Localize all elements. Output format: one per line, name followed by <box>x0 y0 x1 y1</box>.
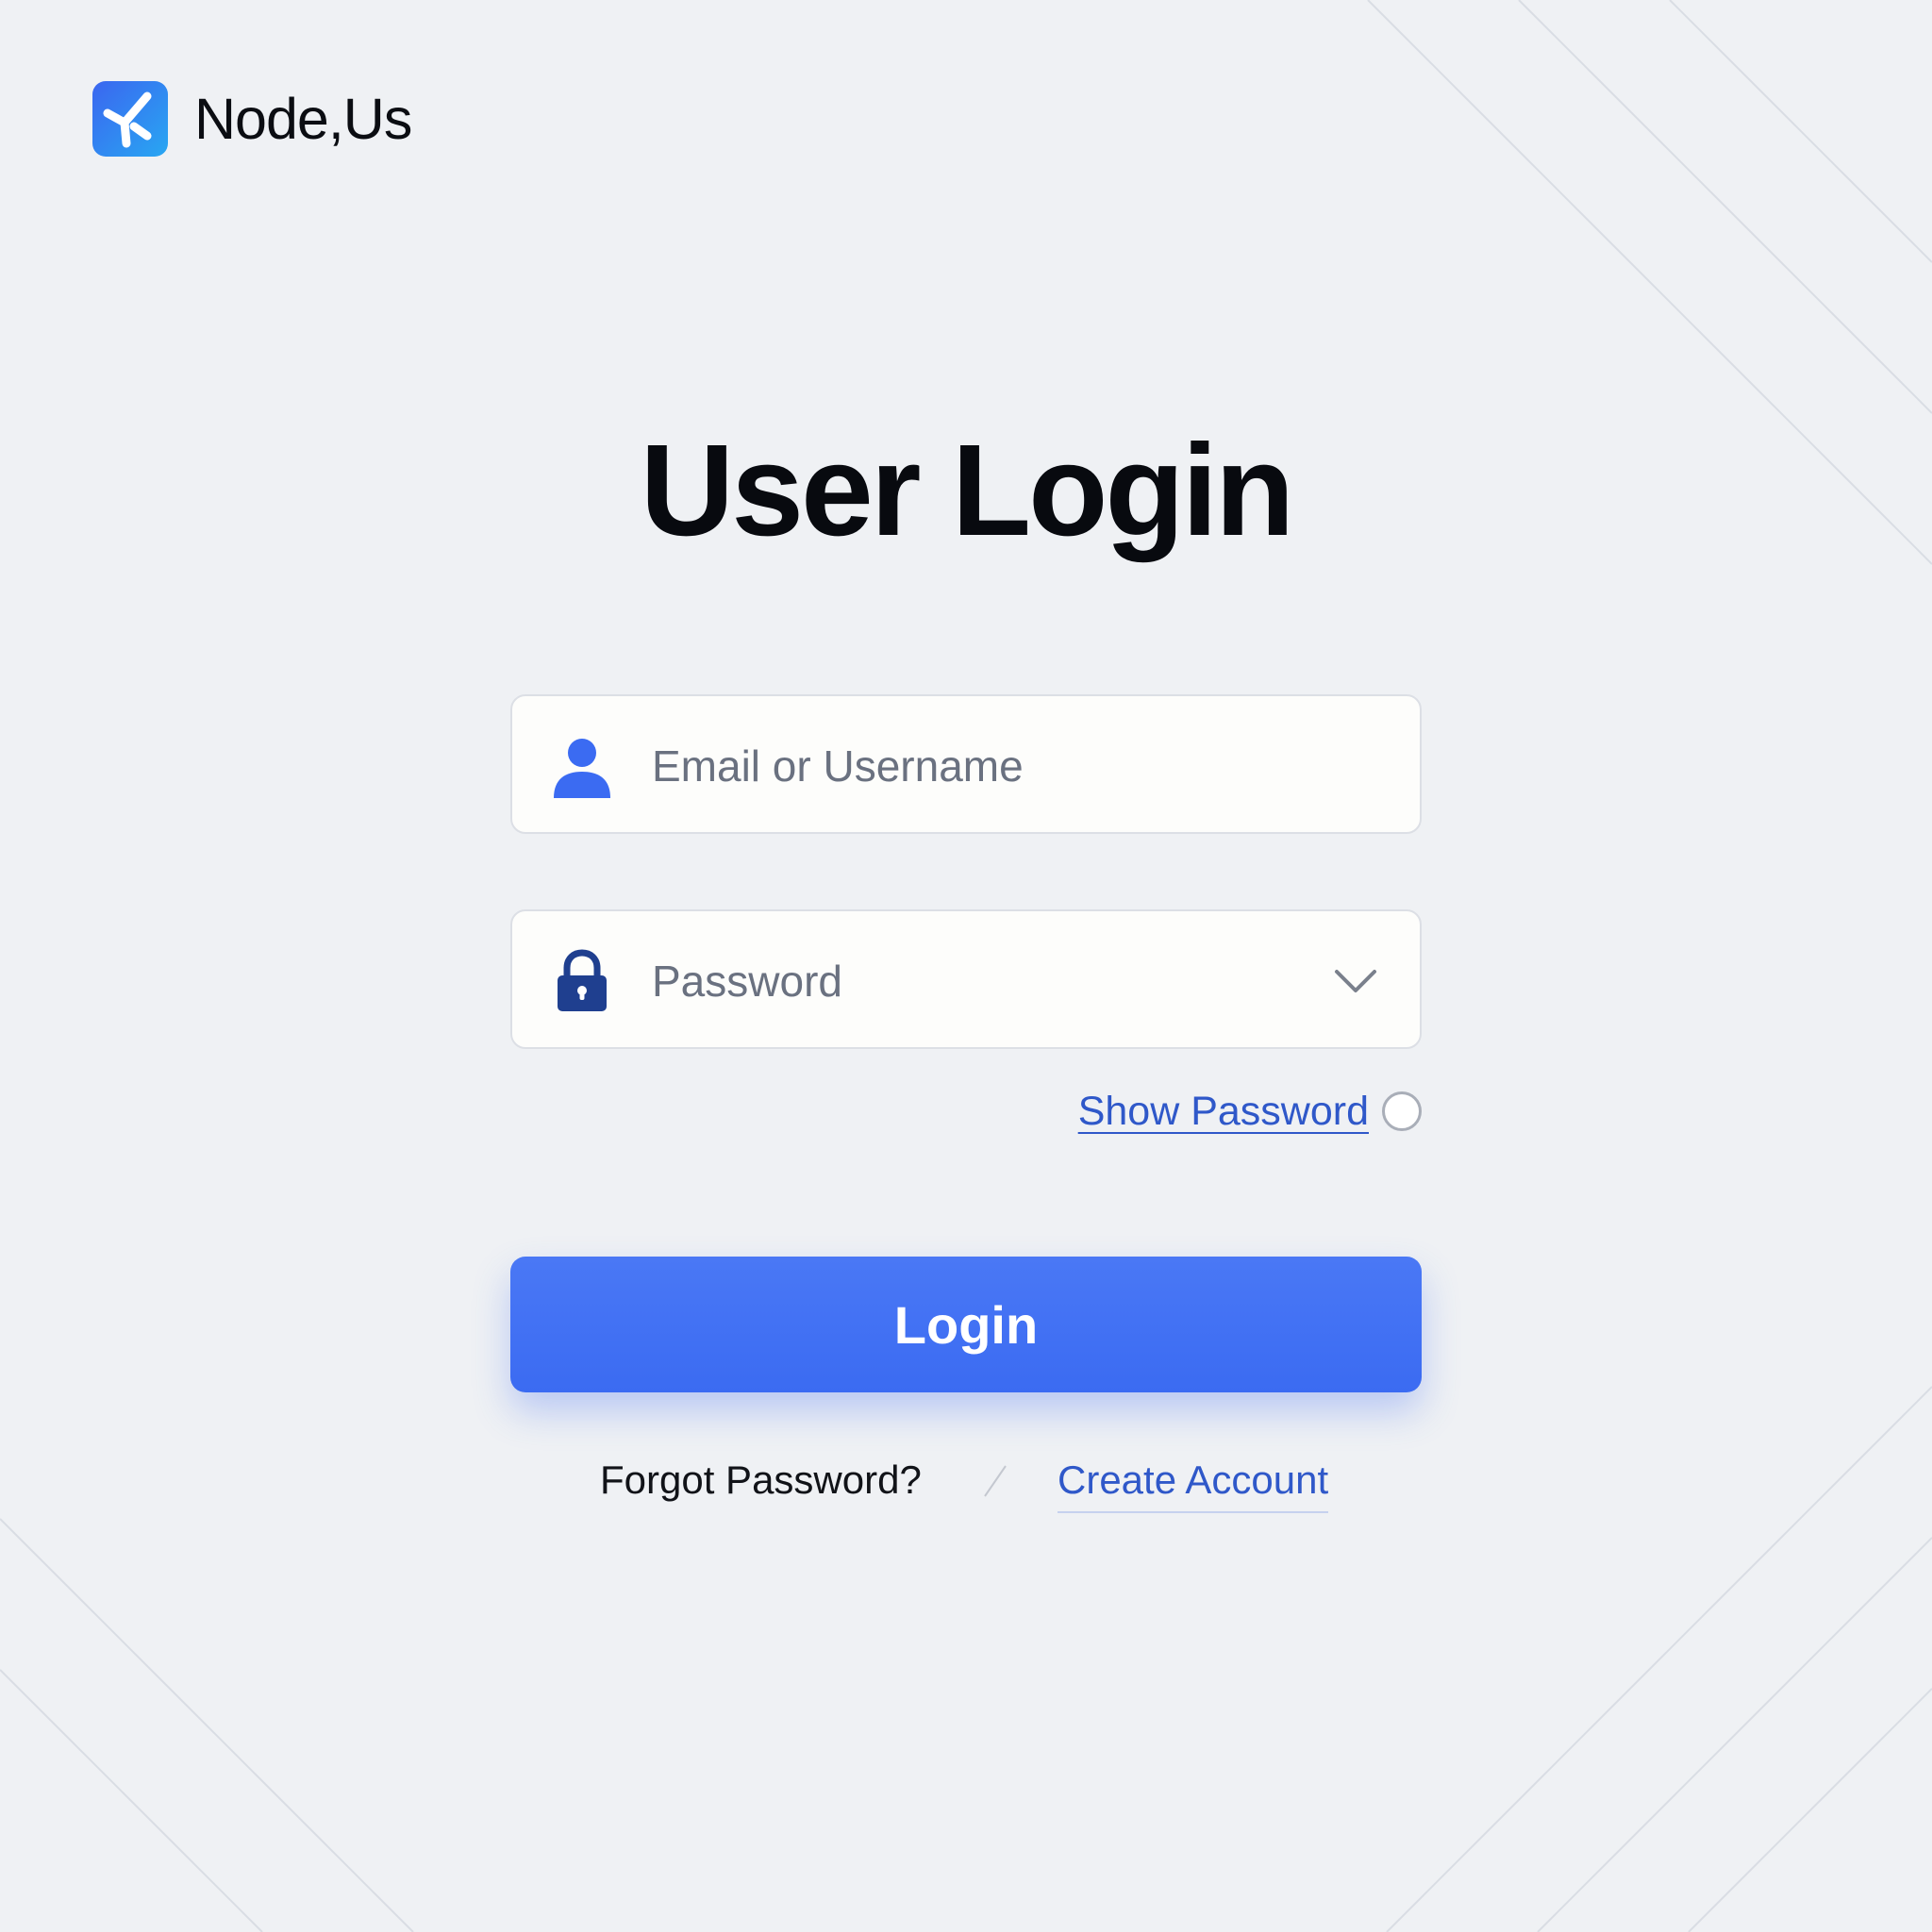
password-field[interactable] <box>510 909 1422 1049</box>
brand-name: Node,Us <box>194 87 412 151</box>
show-password-row: Show Password <box>1078 1083 1422 1140</box>
create-account-link[interactable]: Create Account <box>1058 1449 1329 1513</box>
bottom-links: Forgot Password? Create Account <box>0 1449 1932 1513</box>
show-password-toggle[interactable] <box>1382 1091 1422 1131</box>
login-button[interactable]: Login <box>510 1257 1422 1392</box>
brand[interactable]: Node,Us <box>92 81 412 157</box>
password-input[interactable] <box>652 940 1293 1023</box>
node-logo-icon <box>92 81 168 157</box>
page-title: User Login <box>640 418 1295 563</box>
email-field[interactable] <box>510 694 1422 834</box>
chevron-down-icon[interactable] <box>1329 955 1382 1008</box>
user-icon <box>550 734 614 798</box>
email-input[interactable] <box>652 724 1293 808</box>
lock-icon <box>550 949 614 1013</box>
show-password-link[interactable]: Show Password <box>1078 1089 1369 1135</box>
divider-slash <box>981 1462 1009 1500</box>
forgot-password-link[interactable]: Forgot Password? <box>600 1449 922 1511</box>
